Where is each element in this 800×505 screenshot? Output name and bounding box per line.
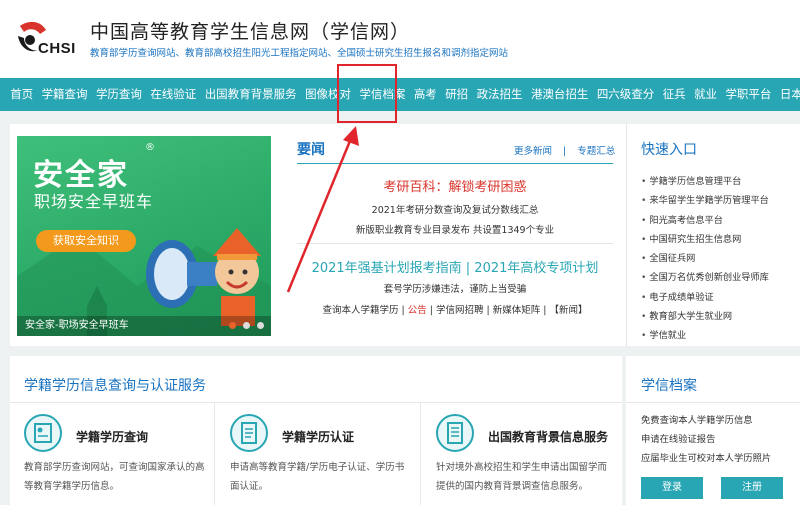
service-degree-cert-title[interactable]: 学籍学历认证 bbox=[282, 428, 354, 445]
service-column-divider bbox=[420, 403, 421, 505]
nav-overseas-service[interactable]: 出国教育背景服务 bbox=[201, 78, 301, 111]
service-overseas-title[interactable]: 出国教育背景信息服务 bbox=[488, 428, 608, 445]
banner-registered-mark: ® bbox=[145, 142, 155, 153]
archive-title: 学信档案 bbox=[641, 378, 697, 394]
banner-subtitle: 职场安全早班车 bbox=[34, 192, 154, 211]
nav-image-proofread[interactable]: 图像校对 bbox=[301, 78, 355, 111]
quick-link[interactable]: 全国征兵网 bbox=[641, 249, 769, 268]
news-links: 更多新闻 | 专题汇总 bbox=[514, 143, 615, 157]
news-row-separator: | bbox=[398, 305, 408, 316]
query-own-record-link[interactable]: 查询本人学籍学历 bbox=[322, 305, 398, 316]
archive-item: 申请在线验证报告 bbox=[641, 434, 716, 445]
login-button[interactable]: 登录 bbox=[641, 477, 703, 499]
site-subtitle: 教育部学历查询网站、教育部高校招生阳光工程指定网站、全国硕士研究生招生报名和调剂… bbox=[90, 48, 509, 59]
quick-divider bbox=[626, 124, 627, 346]
services-divider bbox=[10, 402, 622, 403]
news-divider bbox=[297, 243, 613, 244]
news-item[interactable]: 新版职业教育专业目录发布 共设置1349个专业 bbox=[297, 222, 613, 236]
site-header: CHSI 中国高等教育学生信息网（学信网） 教育部学历查询网站、教育部高校招生阳… bbox=[0, 0, 800, 78]
get-safety-knowledge-button[interactable]: 获取安全知识 bbox=[36, 230, 136, 252]
service-overseas-desc: 针对境外高校招生和学生申请出国留学而提供的国内教育背景调查信息服务。 bbox=[436, 462, 608, 492]
news-item[interactable]: 套号学历涉嫌违法，谨防上当受骗 bbox=[297, 281, 613, 295]
archive-divider bbox=[626, 402, 800, 403]
nav-enrollment-query[interactable]: 学籍查询 bbox=[37, 78, 91, 111]
nav-military[interactable]: 征兵 bbox=[659, 78, 690, 111]
quick-link[interactable]: 来华留学生学籍学历管理平台 bbox=[641, 191, 768, 210]
quick-link[interactable]: 全国万名优秀创新创业导师库 bbox=[641, 268, 768, 287]
main-nav: 首页 学籍查询 学历查询 在线验证 出国教育背景服务 图像校对 学信档案 高考 … bbox=[0, 78, 800, 111]
quick-link[interactable]: 教育部大学生就业网 bbox=[641, 307, 769, 326]
service-column-divider bbox=[214, 403, 215, 505]
news-divider bbox=[297, 163, 613, 164]
nav-employment[interactable]: 就业 bbox=[690, 78, 721, 111]
nav-hmt-admission[interactable]: 港澳台招生 bbox=[527, 78, 593, 111]
quick-link[interactable]: 电子成绩单验证 bbox=[641, 288, 769, 307]
news-headline-kaoyan[interactable]: 考研百科：解锁考研困惑 bbox=[297, 176, 613, 195]
nav-student-archive[interactable]: 学信档案 bbox=[355, 78, 409, 111]
carousel-dot[interactable] bbox=[257, 322, 264, 329]
nav-degree-query[interactable]: 学历查询 bbox=[92, 78, 146, 111]
topics-summary-link[interactable]: 专题汇总 bbox=[577, 146, 615, 157]
nav-cet-score[interactable]: 四六级查分 bbox=[593, 78, 659, 111]
service-degree-cert-desc: 申请高等教育学籍/学历电子认证、学历书面认证。 bbox=[230, 462, 405, 492]
archive-item: 应届毕业生可校对本人学历照片 bbox=[641, 453, 772, 464]
quick-link[interactable]: 学信就业 bbox=[641, 326, 769, 345]
overseas-document-icon[interactable] bbox=[436, 414, 474, 452]
document-icon[interactable] bbox=[230, 414, 268, 452]
news-section-title: 要闻 bbox=[297, 142, 325, 158]
nav-japan-channel[interactable]: 日本频道 bbox=[776, 78, 800, 111]
service-degree-query-title[interactable]: 学籍学历查询 bbox=[76, 428, 148, 445]
news-headline-qiangji[interactable]: 2021年强基计划报考指南 | 2021年高校专项计划 bbox=[297, 257, 613, 276]
register-button[interactable]: 注册 bbox=[721, 477, 783, 499]
news-links-separator: | bbox=[563, 146, 567, 157]
carousel-dot-active[interactable] bbox=[229, 322, 236, 329]
announcement-link[interactable]: 公告 bbox=[408, 305, 427, 316]
archive-item: 免费查询本人学籍学历信息 bbox=[641, 415, 753, 426]
nav-online-verify[interactable]: 在线验证 bbox=[146, 78, 200, 111]
quick-link[interactable]: 中国研究生招生信息网 bbox=[641, 230, 769, 249]
nav-law-admission[interactable]: 政法招生 bbox=[472, 78, 526, 111]
quick-link[interactable]: 阳光高考信息平台 bbox=[641, 211, 769, 230]
services-title: 学籍学历信息查询与认证服务 bbox=[24, 378, 206, 394]
news-links-row: 查询本人学籍学历 | 公告 | 学信网招聘 | 新媒体矩阵 | 【新闻】 bbox=[297, 302, 613, 316]
service-degree-query-desc: 教育部学历查询网站，可查询国家承认的高等教育学籍学历信息。 bbox=[24, 462, 205, 492]
quick-link[interactable]: 学籍学历信息管理平台 bbox=[641, 172, 769, 191]
quick-entry-list: 学籍学历信息管理平台 来华留学生学籍学历管理平台 阳光高考信息平台 中国研究生招… bbox=[641, 172, 769, 346]
promo-banner[interactable]: 安全家 ® 职场安全早班车 获取安全知识 安全家-职场安全早班车 bbox=[17, 136, 271, 336]
quick-entry-title: 快速入口 bbox=[641, 142, 697, 158]
id-card-icon[interactable] bbox=[24, 414, 62, 452]
archive-list: 免费查询本人学籍学历信息 申请在线验证报告 应届毕业生可校对本人学历照片 bbox=[641, 411, 771, 468]
carousel-dot[interactable] bbox=[243, 322, 250, 329]
misc-links[interactable]: | 学信网招聘 | 新媒体矩阵 | 【新闻】 bbox=[427, 305, 588, 316]
nav-career-platform[interactable]: 学职平台 bbox=[721, 78, 775, 111]
nav-gaokao[interactable]: 高考 bbox=[410, 78, 441, 111]
news-item[interactable]: 2021年考研分数查询及复试分数线汇总 bbox=[297, 202, 613, 216]
more-news-link[interactable]: 更多新闻 bbox=[514, 146, 552, 157]
nav-home[interactable]: 首页 bbox=[6, 78, 37, 111]
site-title: 中国高等教育学生信息网（学信网） bbox=[90, 21, 411, 43]
nav-grad-admission[interactable]: 研招 bbox=[441, 78, 472, 111]
logo-text: CHSI bbox=[38, 40, 76, 57]
